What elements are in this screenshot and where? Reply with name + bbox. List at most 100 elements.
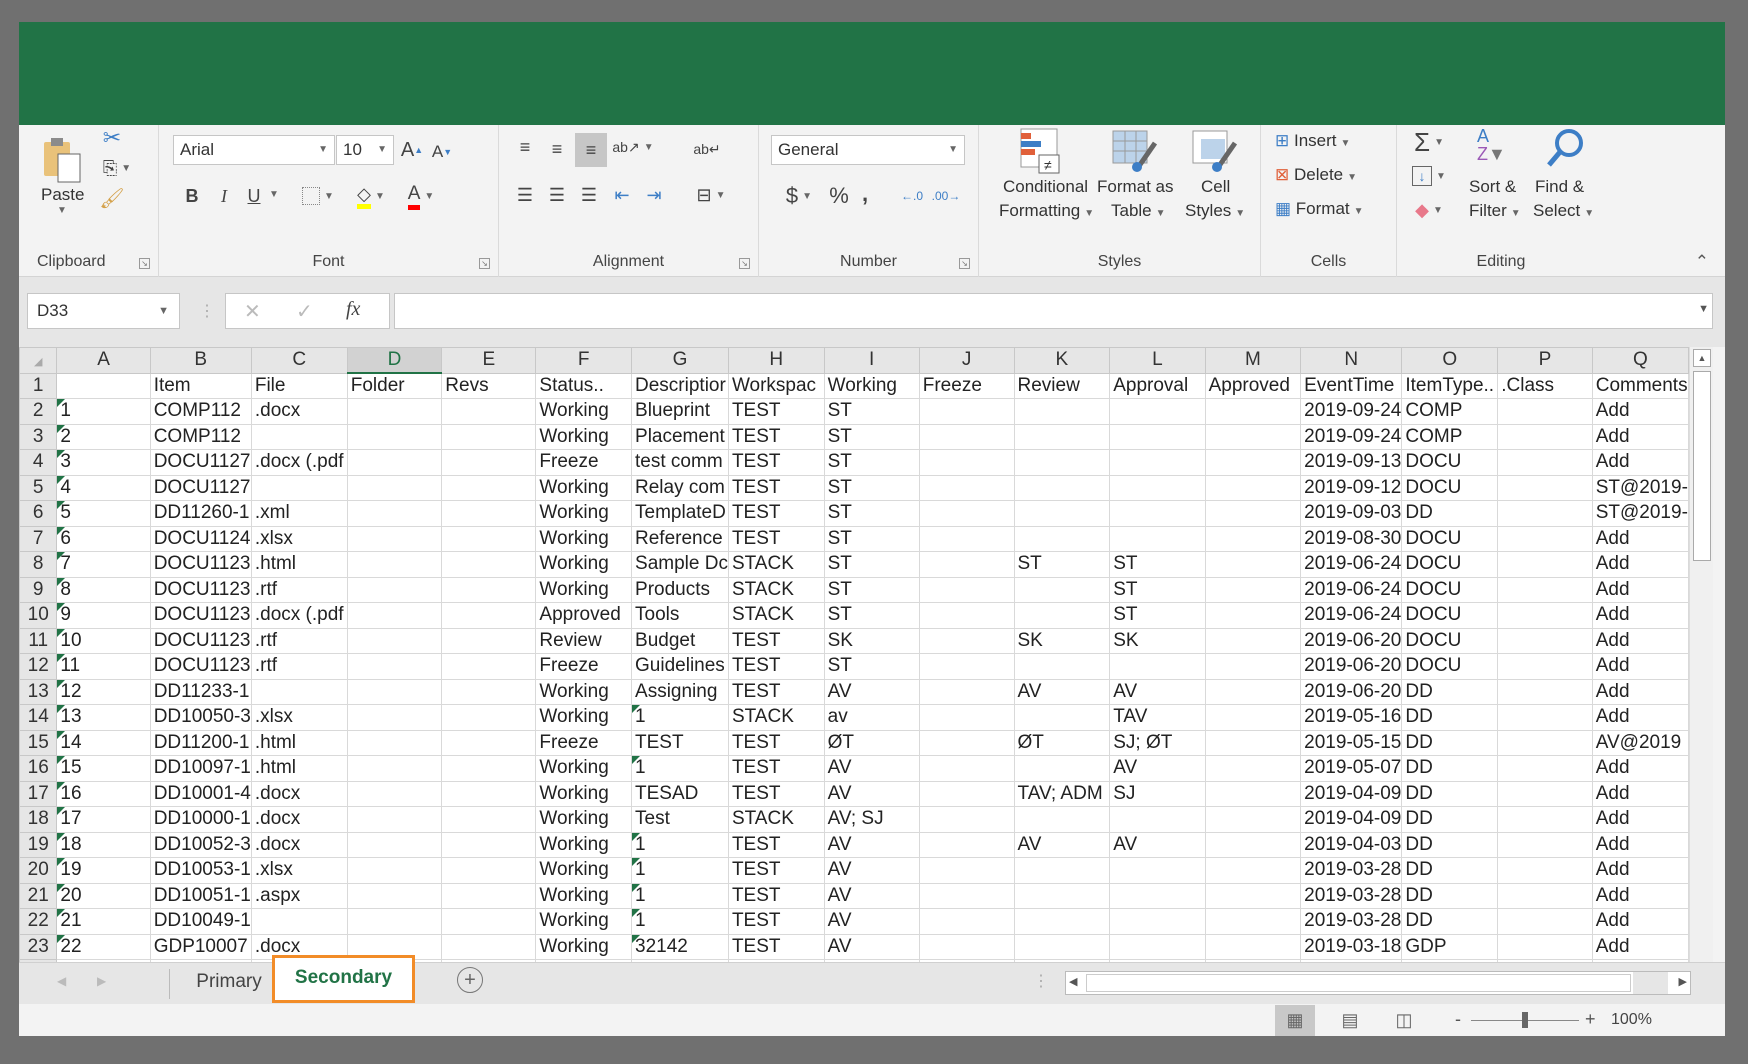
cell-i12[interactable]: ST [823, 653, 920, 680]
cell-e7[interactable] [441, 525, 537, 552]
cell-b15[interactable]: DD11200-1 [149, 729, 252, 756]
cell-c3[interactable] [250, 423, 348, 450]
cell-k5[interactable] [1013, 474, 1111, 501]
number-as-text-indicator[interactable] [57, 730, 66, 739]
cell-p8[interactable] [1497, 551, 1593, 578]
decrease-indent-icon[interactable]: ⇤ [607, 181, 637, 209]
cell-d14[interactable] [346, 704, 443, 731]
cell-k23[interactable] [1013, 933, 1111, 960]
cell-d17[interactable] [346, 780, 443, 807]
cell-g4[interactable]: test comm [631, 449, 729, 476]
number-as-text-indicator[interactable] [57, 552, 66, 560]
cell-d11[interactable] [346, 627, 443, 654]
increase-decimal-icon[interactable]: ←.0 [897, 181, 927, 211]
number-as-text-indicator[interactable] [57, 526, 66, 535]
cell-q8[interactable]: Add [1591, 551, 1690, 578]
cell-n21[interactable]: 2019-03-28 [1300, 882, 1403, 909]
font-color-button[interactable]: A ▼ [399, 179, 443, 213]
horizontal-scrollbar[interactable]: ◀ ▶ [1065, 971, 1691, 995]
cell-o4[interactable]: DOCU [1401, 449, 1499, 476]
cell-k9[interactable] [1013, 576, 1111, 603]
cell-d4[interactable] [346, 449, 443, 476]
cell-e5[interactable] [441, 474, 537, 501]
cell-j1[interactable]: Freeze [918, 372, 1015, 399]
cell-c6[interactable]: .xml [250, 500, 348, 527]
row-header[interactable]: 8 [19, 551, 58, 578]
page-layout-view-icon[interactable]: ▤ [1335, 1005, 1365, 1036]
decrease-decimal-icon[interactable]: .00→ [931, 181, 961, 211]
cell-i6[interactable]: ST [823, 500, 920, 527]
font-size-select[interactable]: 10 ▼ [336, 135, 394, 165]
cell-o2[interactable]: COMP [1401, 398, 1499, 425]
cell-m19[interactable] [1204, 831, 1302, 858]
cell-g7[interactable]: Reference [631, 525, 729, 552]
cell-f22[interactable]: Working [535, 908, 633, 935]
cell-e8[interactable] [441, 551, 537, 578]
cell-k7[interactable] [1013, 525, 1111, 552]
cell-f6[interactable]: Working [535, 500, 633, 527]
cell-i19[interactable]: AV [823, 831, 920, 858]
cell-a2[interactable]: 1 [56, 398, 151, 425]
align-left-icon[interactable]: ☰ [511, 181, 539, 209]
cell-b8[interactable]: DOCU1123 [149, 551, 252, 578]
cell-p19[interactable] [1497, 831, 1593, 858]
find-select-button[interactable]: Find & Select ▼ [1531, 125, 1597, 245]
cell-styles-button[interactable]: Cell Styles ▼ [1179, 125, 1249, 245]
cell-o16[interactable]: DD [1401, 755, 1499, 782]
row-header[interactable]: 6 [19, 500, 58, 527]
cell-l8[interactable]: ST [1109, 551, 1206, 578]
cell-i15[interactable]: ØT [823, 729, 920, 756]
cell-n8[interactable]: 2019-06-24 [1300, 551, 1403, 578]
zoom-in-button[interactable]: + [1585, 1009, 1596, 1030]
column-header-l[interactable]: L [1109, 347, 1206, 374]
cell-i4[interactable]: ST [823, 449, 920, 476]
decrease-font-button[interactable]: A ▼ [429, 137, 455, 167]
cell-h18[interactable]: STACK [727, 806, 825, 833]
cell-k21[interactable] [1013, 882, 1111, 909]
cell-p20[interactable] [1497, 857, 1593, 884]
font-name-select[interactable]: Arial ▼ [173, 135, 335, 165]
cell-m17[interactable] [1204, 780, 1302, 807]
cell-c20[interactable]: .xlsx [250, 857, 348, 884]
cell-e16[interactable] [441, 755, 537, 782]
cell-a11[interactable]: 10 [56, 627, 151, 654]
cell-j12[interactable] [918, 653, 1015, 680]
cell-o22[interactable]: DD [1401, 908, 1499, 935]
column-header-j[interactable]: J [918, 347, 1015, 374]
cell-l10[interactable]: ST [1109, 602, 1206, 629]
cell-n19[interactable]: 2019-04-03 [1300, 831, 1403, 858]
align-center-icon[interactable]: ☰ [543, 181, 571, 209]
column-header-h[interactable]: H [727, 347, 825, 374]
cell-p4[interactable] [1497, 449, 1593, 476]
cell-p7[interactable] [1497, 525, 1593, 552]
cell-k1[interactable]: Review [1013, 372, 1111, 399]
cell-c2[interactable]: .docx [250, 398, 348, 425]
cell-o21[interactable]: DD [1401, 882, 1499, 909]
cell-l9[interactable]: ST [1109, 576, 1206, 603]
drag-handle-icon[interactable]: ⋮ [199, 301, 215, 321]
cell-q12[interactable]: Add [1591, 653, 1690, 680]
cell-l20[interactable] [1109, 857, 1206, 884]
number-as-text-indicator[interactable] [57, 475, 66, 484]
cell-j16[interactable] [918, 755, 1015, 782]
cell-q19[interactable]: Add [1591, 831, 1690, 858]
prev-sheet-icon[interactable]: ◀ [57, 974, 66, 988]
cell-a17[interactable]: 16 [56, 780, 151, 807]
cell-b17[interactable]: DD10001-4 [149, 780, 252, 807]
cell-g10[interactable]: Tools [631, 602, 729, 629]
cell-i2[interactable]: ST [823, 398, 920, 425]
cell-b3[interactable]: COMP112 [149, 423, 252, 450]
cell-p2[interactable] [1497, 398, 1593, 425]
cell-a16[interactable]: 15 [56, 755, 151, 782]
row-header[interactable]: 19 [19, 831, 58, 858]
cell-j23[interactable] [918, 933, 1015, 960]
cell-m4[interactable] [1204, 449, 1302, 476]
cell-o1[interactable]: ItemType.. [1401, 372, 1499, 399]
column-header-k[interactable]: K [1013, 347, 1111, 374]
cell-m8[interactable] [1204, 551, 1302, 578]
cell-l17[interactable]: SJ [1109, 780, 1206, 807]
italic-button[interactable]: I [211, 181, 237, 211]
cell-e15[interactable] [441, 729, 537, 756]
cell-l15[interactable]: SJ; ØT [1109, 729, 1206, 756]
cell-g5[interactable]: Relay com [631, 474, 729, 501]
